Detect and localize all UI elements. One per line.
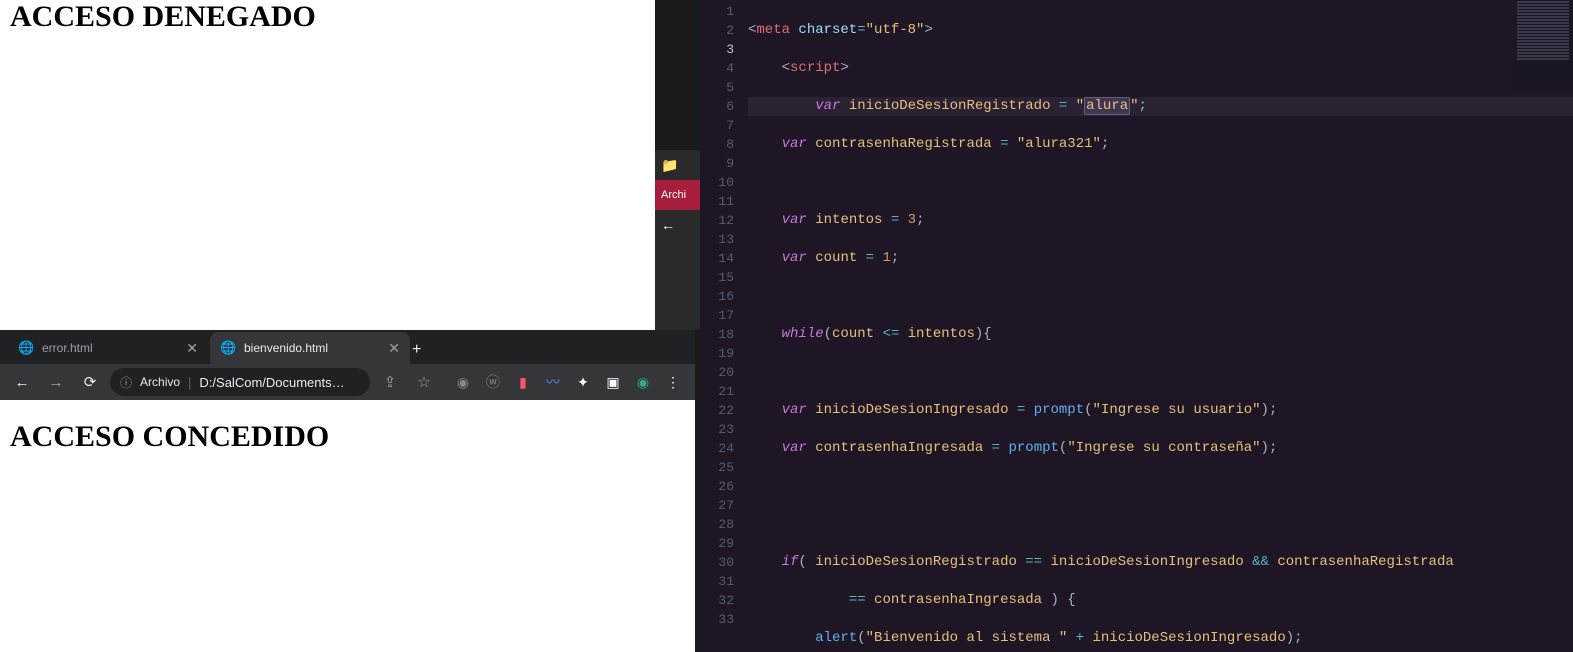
- line-number: 9: [700, 154, 734, 173]
- line-number: 32: [700, 591, 734, 610]
- address-prefix: Archivo: [140, 375, 180, 389]
- page-content-2: ACCESO CONCEDIDO: [0, 400, 695, 652]
- line-number: 23: [700, 420, 734, 439]
- tab-label: bienvenido.html: [244, 341, 328, 355]
- address-path: D:/SalCom/Documents…: [199, 375, 344, 390]
- code-content[interactable]: <meta charset="utf-8"> <script> var inic…: [748, 0, 1573, 652]
- explorer-peek: 📁 Archi ←: [655, 150, 700, 330]
- heading-denied: ACCESO DENEGADO: [10, 0, 645, 34]
- line-number: 17: [700, 306, 734, 325]
- tab-bienvenido[interactable]: 🌐 bienvenido.html ✕: [210, 332, 410, 364]
- forward-button[interactable]: →: [42, 368, 70, 396]
- code-editor[interactable]: 1 2 3 4 5 6 7 8 9 10 11 12 13 14 15 16 1…: [700, 0, 1573, 652]
- line-number: 22: [700, 401, 734, 420]
- line-number: 30: [700, 553, 734, 572]
- minimap[interactable]: [1513, 0, 1573, 90]
- browser-toolbar: ← → ⟳ ⓘ Archivo | D:/SalCom/Documents… ⇪…: [0, 364, 695, 400]
- back-arrow-icon[interactable]: ←: [655, 210, 700, 240]
- line-gutter: 1 2 3 4 5 6 7 8 9 10 11 12 13 14 15 16 1…: [700, 0, 748, 652]
- puzzle-icon[interactable]: ✦: [569, 368, 597, 396]
- menu-icon[interactable]: ⋮: [659, 368, 687, 396]
- tab-error[interactable]: 🌐 error.html ✕: [8, 332, 208, 364]
- line-number: 3: [700, 40, 734, 59]
- line-number: 21: [700, 382, 734, 401]
- line-number: 24: [700, 439, 734, 458]
- line-number: 4: [700, 59, 734, 78]
- line-number: 5: [700, 78, 734, 97]
- line-number: 28: [700, 515, 734, 534]
- line-number: 25: [700, 458, 734, 477]
- info-icon: ⓘ: [120, 374, 132, 391]
- browser-window-2: 🌐 error.html ✕ 🌐 bienvenido.html ✕ + v —…: [0, 330, 695, 652]
- archivo-menu[interactable]: Archi: [655, 180, 700, 210]
- new-tab-button[interactable]: +: [412, 336, 421, 364]
- ext-icon-3[interactable]: ▮: [509, 368, 537, 396]
- eye-icon[interactable]: ◉: [629, 368, 657, 396]
- line-number: 7: [700, 116, 734, 135]
- line-number: 33: [700, 610, 734, 629]
- line-number: 13: [700, 230, 734, 249]
- tab-bar: 🌐 error.html ✕ 🌐 bienvenido.html ✕ + v —…: [0, 330, 695, 364]
- line-number: 10: [700, 173, 734, 192]
- ext-icon-2[interactable]: ⓦ: [479, 368, 507, 396]
- line-number: 11: [700, 192, 734, 211]
- line-number: 31: [700, 572, 734, 591]
- line-number: 19: [700, 344, 734, 363]
- close-icon[interactable]: ✕: [388, 340, 400, 357]
- line-number: 27: [700, 496, 734, 515]
- page-content-1: ACCESO DENEGADO: [0, 0, 655, 34]
- heading-granted: ACCESO CONCEDIDO: [10, 420, 685, 454]
- line-number: 14: [700, 249, 734, 268]
- ext-icon-1[interactable]: ◉: [449, 368, 477, 396]
- ext-icon-4[interactable]: 〰: [539, 368, 567, 396]
- line-number: 15: [700, 268, 734, 287]
- extensions-area: ◉ ⓦ ▮ 〰 ✦ ▣ ◉ ⋮: [449, 368, 687, 396]
- line-number: 18: [700, 325, 734, 344]
- line-number: 16: [700, 287, 734, 306]
- window-icon[interactable]: ▣: [599, 368, 627, 396]
- line-number: 26: [700, 477, 734, 496]
- back-button[interactable]: ←: [8, 368, 36, 396]
- divider: |: [188, 375, 191, 390]
- browser-window-1: ACCESO DENEGADO: [0, 0, 655, 330]
- line-number: 2: [700, 21, 734, 40]
- globe-icon: 🌐: [220, 340, 236, 356]
- reload-button[interactable]: ⟳: [76, 368, 104, 396]
- line-number: 12: [700, 211, 734, 230]
- line-number: 20: [700, 363, 734, 382]
- globe-icon: 🌐: [18, 340, 34, 356]
- address-bar[interactable]: ⓘ Archivo | D:/SalCom/Documents…: [110, 368, 370, 396]
- line-number: 6: [700, 97, 734, 116]
- line-number: 29: [700, 534, 734, 553]
- close-icon[interactable]: ✕: [186, 340, 198, 357]
- bookmark-star-icon[interactable]: ☆: [410, 368, 438, 396]
- line-number: 8: [700, 135, 734, 154]
- tab-label: error.html: [42, 341, 93, 355]
- folder-icon: 📁: [655, 150, 700, 180]
- share-icon[interactable]: ⇪: [376, 368, 404, 396]
- line-number: 1: [700, 2, 734, 21]
